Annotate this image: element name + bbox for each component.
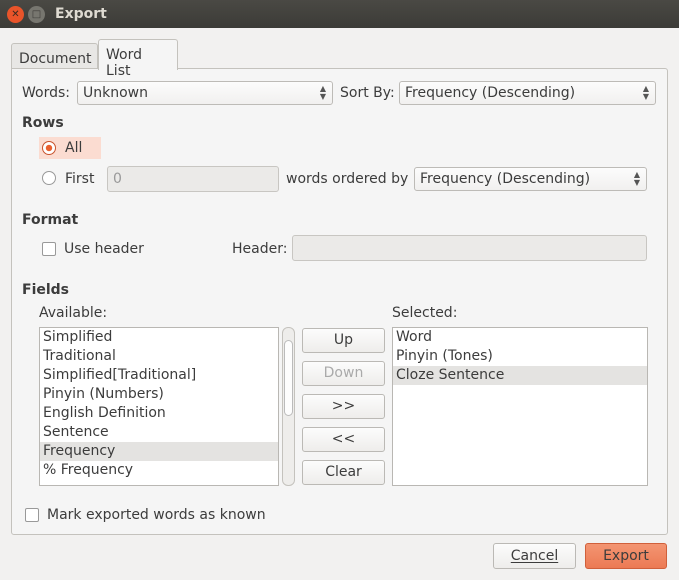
fields-heading: Fields [22,282,70,298]
sort-by-combo[interactable]: Frequency (Descending) ▲ ▼ [399,81,656,105]
clear-button[interactable]: Clear [302,460,385,485]
cancel-button[interactable]: Cancel [493,543,576,569]
down-button[interactable]: Down [302,361,385,386]
up-button[interactable]: Up [302,328,385,353]
updown-icon: ▲ ▼ [642,84,649,101]
list-item[interactable]: Pinyin (Tones) [393,347,647,366]
tab-document[interactable]: Document [11,43,98,70]
close-icon[interactable]: ✕ [7,6,24,23]
add-field-button[interactable]: >> [302,394,385,419]
list-item[interactable]: Word [393,328,647,347]
ordered-by-combo[interactable]: Frequency (Descending) ▲ ▼ [414,167,647,191]
header-label: Header: [232,241,288,257]
header-input[interactable] [292,235,647,261]
window-title: Export [55,6,107,22]
export-button[interactable]: Export [585,543,667,569]
scrollbar-thumb[interactable] [284,340,293,416]
list-item[interactable]: Sentence [40,423,278,442]
words-label: Words: [22,85,70,101]
list-item[interactable]: Simplified[Traditional] [40,366,278,385]
list-item[interactable]: English Definition [40,404,278,423]
sort-by-label: Sort By: [340,85,395,101]
list-item[interactable]: Pinyin (Numbers) [40,385,278,404]
use-header-label: Use header [64,241,144,257]
radio-first-label: First [65,171,95,187]
radio-all-label: All [65,140,83,156]
available-list[interactable]: Simplified Traditional Simplified[Tradit… [39,327,279,486]
format-heading: Format [22,212,79,228]
use-header-checkbox[interactable] [42,242,56,256]
words-combo[interactable]: Unknown ▲ ▼ [77,81,333,105]
ordered-by-label: words ordered by [286,171,409,187]
list-item[interactable]: Cloze Sentence [393,366,647,385]
ordered-by-value: Frequency (Descending) [420,171,591,187]
updown-icon: ▲ ▼ [633,170,640,187]
radio-first[interactable] [42,171,56,185]
updown-icon: ▲ ▼ [319,84,326,101]
available-label: Available: [39,305,108,321]
rows-heading: Rows [22,115,64,131]
radio-all-indicator[interactable] [42,141,56,155]
selected-label: Selected: [392,305,458,321]
first-count-input[interactable]: 0 [107,166,279,192]
words-value: Unknown [83,85,148,101]
mark-known-label: Mark exported words as known [47,507,266,523]
mark-known-checkbox[interactable] [25,508,39,522]
available-scrollbar[interactable] [282,327,295,486]
list-item[interactable]: Simplified [40,328,278,347]
selected-list[interactable]: Word Pinyin (Tones) Cloze Sentence [392,327,648,486]
remove-field-button[interactable]: << [302,427,385,452]
list-item[interactable]: Frequency [40,442,278,461]
cancel-label: Cancel [510,548,559,564]
tab-word-list[interactable]: Word List [98,39,178,79]
list-item[interactable]: Traditional [40,347,278,366]
title-bar: ✕ □ Export [0,0,679,28]
radio-all[interactable]: All [39,137,101,159]
maximize-icon[interactable]: □ [28,6,45,23]
sort-by-value: Frequency (Descending) [405,85,576,101]
list-item[interactable]: % Frequency [40,461,278,480]
